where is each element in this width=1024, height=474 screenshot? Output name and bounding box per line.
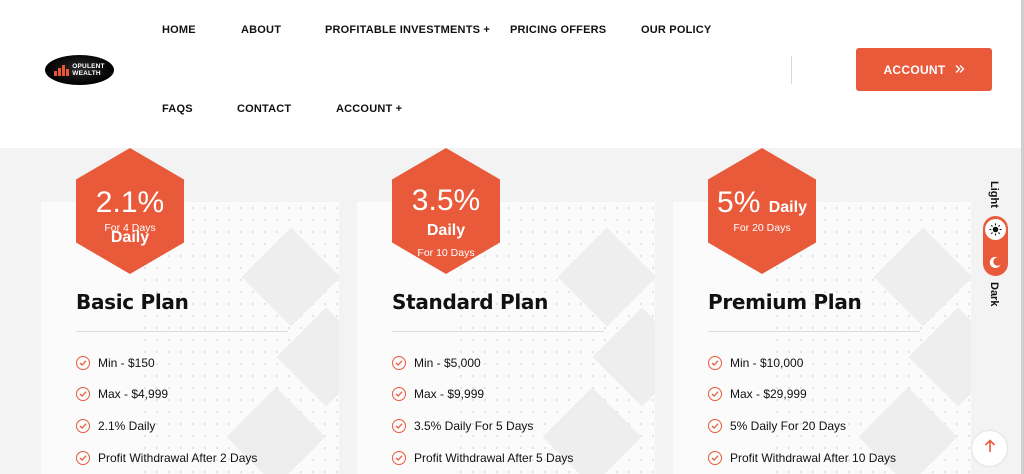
feature-text: 3.5% Daily For 5 Days (414, 419, 534, 433)
arrow-up-icon (984, 439, 996, 458)
feature-text: Min - $150 (98, 356, 155, 370)
nav-contact[interactable]: CONTACT (237, 103, 291, 115)
feature-item: Min - $5,000 (392, 356, 481, 370)
header-divider (791, 56, 792, 84)
opulent-wealth-logo[interactable]: OPULENT WEALTH (45, 55, 114, 85)
feature-text: Max - $29,999 (730, 387, 807, 401)
feature-item: Profit Withdrawal After 2 Days (76, 451, 257, 465)
feature-item: Max - $9,999 (392, 387, 484, 401)
nav-profitable-investments[interactable]: PROFITABLE INVESTMENTS + (325, 24, 490, 36)
plan-duration: For 4 Days (104, 222, 156, 234)
check-circle-icon (708, 419, 722, 433)
plan-divider (708, 331, 920, 332)
plan-duration: For 20 Days (733, 222, 791, 234)
check-circle-icon (76, 356, 90, 370)
feature-item: Min - $150 (76, 356, 155, 370)
check-circle-icon (392, 419, 406, 433)
double-chevron-right-icon (955, 63, 965, 77)
feature-text: Max - $4,999 (98, 387, 169, 401)
check-circle-icon (708, 356, 722, 370)
plan-rate: 5% (717, 186, 761, 219)
check-circle-icon (708, 387, 722, 401)
plan-title-standard: Standard Plan (392, 290, 549, 314)
feature-item: Profit Withdrawal After 5 Days (392, 451, 573, 465)
nav-faqs[interactable]: FAQS (162, 103, 193, 115)
feature-text: Min - $5,000 (414, 356, 481, 370)
plan-title-premium: Premium Plan (708, 290, 862, 314)
check-circle-icon (708, 451, 722, 465)
theme-dark-label: Dark (988, 282, 1000, 307)
feature-text: 5% Daily For 20 Days (730, 419, 847, 433)
feature-item: Min - $10,000 (708, 356, 803, 370)
check-circle-icon (392, 387, 406, 401)
feature-item: Max - $29,999 (708, 387, 807, 401)
check-circle-icon (76, 387, 90, 401)
feature-text: 2.1% Daily (98, 419, 156, 433)
logo-line2: WEALTH (72, 70, 101, 77)
feature-text: Profit Withdrawal After 2 Days (98, 451, 258, 465)
feature-text: Min - $10,000 (730, 356, 804, 370)
account-button[interactable]: ACCOUNT (856, 48, 992, 91)
moon-icon[interactable] (987, 254, 1004, 271)
sun-icon[interactable] (985, 219, 1006, 240)
site-header: OPULENT WEALTH HOME ABOUT PROFITABLE INV… (0, 0, 1024, 148)
plan-rate: 3.5% (411, 184, 481, 217)
nav-pricing-offers[interactable]: PRICING OFFERS (510, 24, 606, 36)
check-circle-icon (76, 419, 90, 433)
check-circle-icon (392, 451, 406, 465)
feature-item: Max - $4,999 (76, 387, 168, 401)
check-circle-icon (76, 451, 90, 465)
feature-item: 2.1% Daily (76, 419, 155, 433)
plan-daily: Daily (768, 199, 807, 216)
scroll-to-top-button[interactable] (971, 430, 1008, 467)
feature-item: 5% Daily For 20 Days (708, 419, 846, 433)
nav-home[interactable]: HOME (162, 24, 196, 36)
feature-text: Profit Withdrawal After 5 Days (414, 451, 574, 465)
nav-account[interactable]: ACCOUNT + (336, 103, 402, 115)
theme-toggle[interactable] (983, 216, 1008, 276)
plan-divider (392, 331, 604, 332)
nav-our-policy[interactable]: OUR POLICY (641, 24, 711, 36)
plan-divider (76, 331, 288, 332)
plan-daily: Daily (426, 222, 466, 239)
logo-line1: OPULENT (72, 63, 105, 70)
logo-text: OPULENT WEALTH (72, 63, 104, 77)
plan-title-basic: Basic Plan (76, 290, 189, 314)
feature-item: Profit Withdrawal After 10 Days (708, 451, 896, 465)
feature-text: Profit Withdrawal After 10 Days (730, 451, 897, 465)
feature-item: 3.5% Daily For 5 Days (392, 419, 533, 433)
check-circle-icon (392, 356, 406, 370)
logo-bars-icon (54, 64, 70, 76)
plan-rate: 2.1% (95, 186, 165, 219)
nav-about[interactable]: ABOUT (241, 24, 281, 36)
theme-light-label: Light (988, 181, 1000, 208)
account-button-label: ACCOUNT (883, 62, 946, 77)
feature-text: Max - $9,999 (414, 387, 485, 401)
